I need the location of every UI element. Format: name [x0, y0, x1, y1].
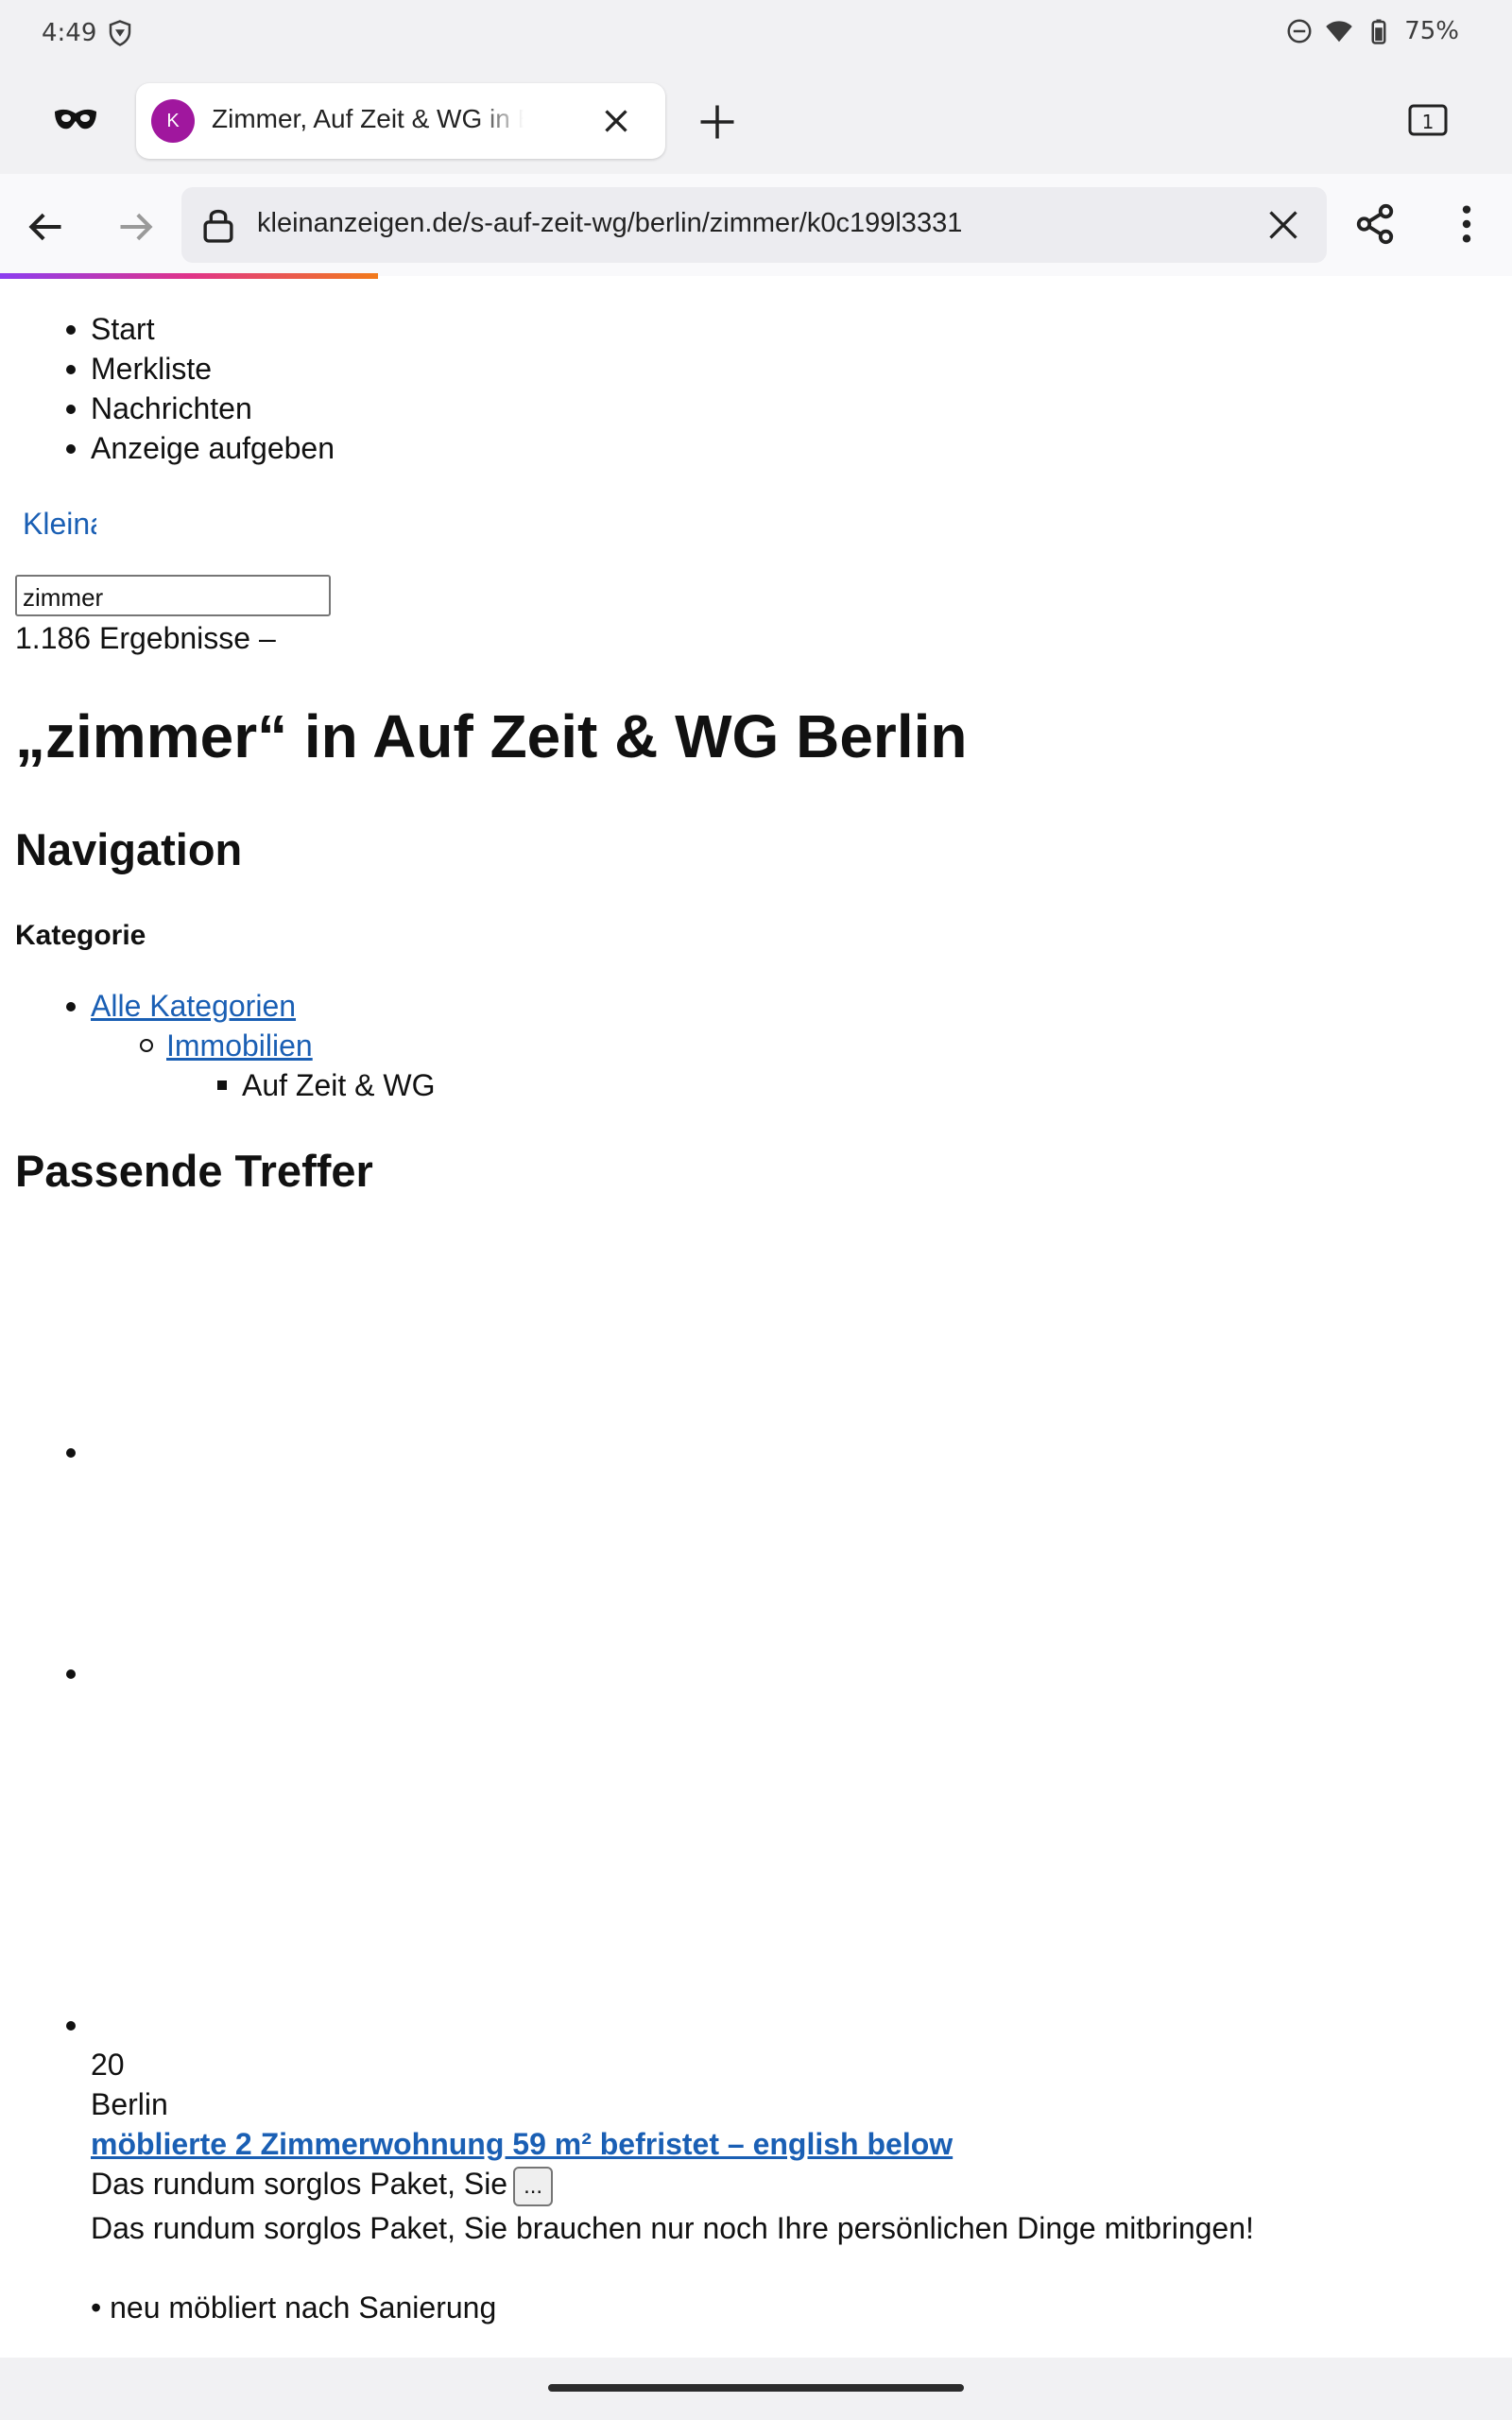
tab-title: Zimmer, Auf Zeit & WG in Berlin	[212, 104, 524, 133]
web-page-content: Start Merkliste Nachrichten Anzeige aufg…	[0, 279, 1512, 2359]
tab-favicon: K	[151, 99, 195, 143]
new-tab-plus-icon[interactable]	[697, 102, 737, 142]
listing-feature: • neu möbliert nach Sanierung	[91, 2290, 497, 2325]
nav-item-nachrichten[interactable]: Nachrichten	[66, 389, 335, 428]
tab-bar: K Zimmer, Auf Zeit & WG in Berlin 1	[0, 68, 1512, 174]
nav-item-anzeige-aufgeben[interactable]: Anzeige aufgeben	[66, 428, 335, 468]
result-count: 1.186 Ergebnisse –	[15, 621, 276, 655]
tab-count-icon[interactable]: 1	[1408, 104, 1448, 138]
do-not-disturb-icon	[1287, 19, 1312, 43]
category-tree-level-2: Immobilien	[140, 1026, 313, 1065]
listing-teaser-row: Das rundum sorglos Paket, Sie...	[91, 2164, 1470, 2206]
show-more-button[interactable]: ...	[513, 2166, 554, 2206]
nav-item-merkliste[interactable]: Merkliste	[66, 349, 335, 389]
category-auf-zeit-wg: Auf Zeit & WG	[216, 1065, 435, 1105]
listing-description: Das rundum sorglos Paket, Sie brauchen n…	[91, 2210, 1254, 2245]
listing-title-row: möblierte 2 Zimmerwohnung 59 m² befriste…	[91, 2124, 1470, 2164]
tab-count-number: 1	[1422, 111, 1435, 133]
category-level-2-item: Immobilien	[140, 1026, 313, 1065]
listing-card: 20 Berlin möblierte 2 Zimmerwohnung 59 m…	[91, 2045, 1470, 2327]
gesture-nav-bar	[0, 2358, 1512, 2420]
category-heading: Kategorie	[15, 920, 146, 951]
back-arrow-icon[interactable]	[25, 206, 66, 248]
private-mode-mask-icon[interactable]	[53, 106, 98, 132]
active-tab[interactable]: K Zimmer, Auf Zeit & WG in Berlin	[136, 83, 665, 159]
home-gesture-handle[interactable]	[548, 2384, 964, 2392]
listing-title-link[interactable]: möblierte 2 Zimmerwohnung 59 m² befriste…	[91, 2127, 953, 2161]
battery-level: 75%	[1404, 17, 1459, 45]
nav-item-start[interactable]: Start	[66, 309, 335, 349]
search-input[interactable]: zimmer	[15, 575, 331, 616]
navigation-heading: Navigation	[15, 824, 243, 874]
logo-link-container: Kleinanzeigen	[23, 504, 96, 544]
lock-icon[interactable]	[200, 206, 236, 244]
url-field[interactable]: kleinanzeigen.de/s-auf-zeit-wg/berlin/zi…	[181, 187, 1327, 263]
page-title: „zimmer“ in Auf Zeit & WG Berlin	[15, 702, 968, 770]
vpn-shield-icon	[109, 20, 131, 46]
forward-arrow-icon[interactable]	[115, 206, 157, 248]
battery-saver-icon	[1371, 19, 1386, 44]
category-tree-level-3: Auf Zeit & WG	[216, 1065, 435, 1105]
more-menu-icon[interactable]	[1450, 202, 1484, 246]
share-icon[interactable]	[1353, 202, 1397, 246]
listing-image-count: 20	[91, 2048, 125, 2082]
category-level-1-item: Alle Kategorien	[65, 986, 296, 1026]
top-nav-list: Start Merkliste Nachrichten Anzeige aufg…	[66, 309, 335, 468]
address-bar: kleinanzeigen.de/s-auf-zeit-wg/berlin/zi…	[0, 174, 1512, 276]
listing-spacer	[91, 2248, 1470, 2288]
url-text[interactable]: kleinanzeigen.de/s-auf-zeit-wg/berlin/zi…	[257, 208, 962, 239]
category-alle-kategorien-link[interactable]: Alle Kategorien	[91, 989, 296, 1023]
status-time: 4:49	[42, 19, 97, 47]
results-heading: Passende Treffer	[15, 1146, 373, 1196]
close-tab-icon[interactable]	[599, 104, 633, 138]
category-tree: Alle Kategorien	[65, 986, 296, 1026]
category-immobilien-link[interactable]: Immobilien	[166, 1028, 313, 1063]
logo-link[interactable]: Kleinanzeigen	[23, 504, 96, 544]
listing-location: Berlin	[91, 2087, 168, 2121]
wifi-icon	[1326, 21, 1352, 43]
listing-teaser: Das rundum sorglos Paket, Sie	[91, 2167, 508, 2201]
status-bar: 4:49 75%	[0, 0, 1512, 68]
clear-url-icon[interactable]	[1266, 208, 1300, 242]
